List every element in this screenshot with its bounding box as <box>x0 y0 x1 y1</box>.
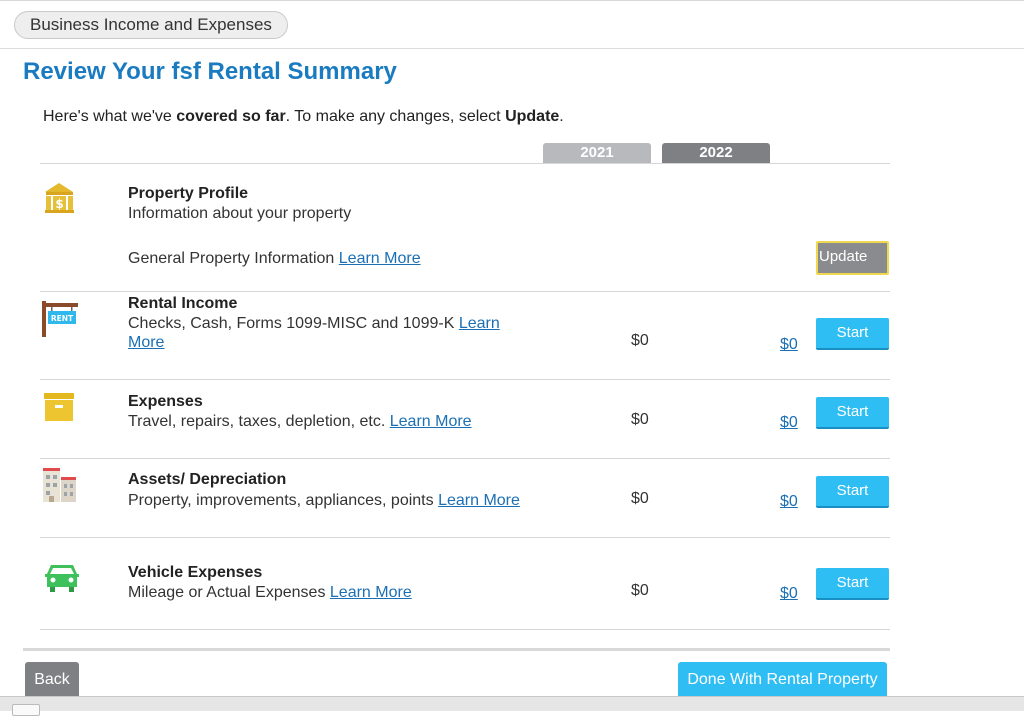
box-icon <box>40 389 80 429</box>
section-title-rental-income: Rental Income <box>128 295 238 312</box>
scroll-handle[interactable] <box>12 704 40 716</box>
amount-2022-vehicle[interactable]: $0 <box>780 585 798 603</box>
rent-sign-icon: RENT <box>40 299 80 339</box>
amount-2021-vehicle: $0 <box>631 582 649 599</box>
learn-more-link-income[interactable]: Learn <box>459 315 500 332</box>
section-desc-rental-income: Checks, Cash, Forms 1099-MISC and 1099-K… <box>128 315 500 351</box>
divider <box>40 163 890 164</box>
start-button-expenses[interactable]: Start <box>816 397 889 429</box>
buildings-icon <box>40 466 80 506</box>
intro-text: Here's what we've covered so far. To mak… <box>43 108 564 125</box>
section-title-vehicle: Vehicle Expenses <box>128 564 263 581</box>
year-tab-2022: 2022 <box>662 143 770 163</box>
amount-2022-expenses[interactable]: $0 <box>780 414 798 432</box>
year-tab-2021: 2021 <box>543 143 651 163</box>
section-desc-expenses: Travel, repairs, taxes, depletion, etc. … <box>128 413 472 430</box>
section-title-expenses: Expenses <box>128 393 203 410</box>
page-title: Review Your fsf Rental Summary <box>23 58 397 85</box>
horizontal-scrollbar[interactable] <box>0 696 1024 711</box>
amount-2022-assets[interactable]: $0 <box>780 493 798 511</box>
header-bar: Business Income and Expenses <box>0 0 1024 49</box>
section-desc-assets: Property, improvements, appliances, poin… <box>128 492 520 509</box>
footer-divider <box>23 648 890 651</box>
start-button-vehicle[interactable]: Start <box>816 568 889 600</box>
divider <box>40 379 890 380</box>
amount-2021-assets: $0 <box>631 490 649 507</box>
learn-more-link-expenses[interactable]: Learn More <box>390 413 472 430</box>
learn-more-link-income-cont[interactable]: More <box>128 334 164 351</box>
svg-text:RENT: RENT <box>51 314 74 323</box>
divider <box>40 458 890 459</box>
building-dollar-icon: $ <box>40 178 80 218</box>
svg-text:$: $ <box>55 197 63 211</box>
amount-2021-income: $0 <box>631 332 649 349</box>
section-title-property-profile: Property Profile <box>128 185 249 202</box>
breadcrumb[interactable]: Business Income and Expenses <box>14 11 288 39</box>
section-desc-property-profile: Information about your property <box>128 205 352 222</box>
update-button-property[interactable]: Update <box>816 241 889 275</box>
amount-2021-expenses: $0 <box>631 411 649 428</box>
learn-more-link-assets[interactable]: Learn More <box>438 492 520 509</box>
start-button-assets[interactable]: Start <box>816 476 889 508</box>
learn-more-link-property[interactable]: Learn More <box>339 250 421 267</box>
learn-more-link-vehicle[interactable]: Learn More <box>330 584 412 601</box>
section-desc-vehicle: Mileage or Actual Expenses Learn More <box>128 584 412 601</box>
divider <box>40 291 890 292</box>
amount-2022-income[interactable]: $0 <box>780 336 798 354</box>
divider <box>40 629 890 630</box>
section-title-assets: Assets/ Depreciation <box>128 471 287 488</box>
general-property-info: General Property Information Learn More <box>128 250 421 267</box>
start-button-income[interactable]: Start <box>816 318 889 350</box>
divider <box>40 537 890 538</box>
car-icon <box>44 556 84 596</box>
